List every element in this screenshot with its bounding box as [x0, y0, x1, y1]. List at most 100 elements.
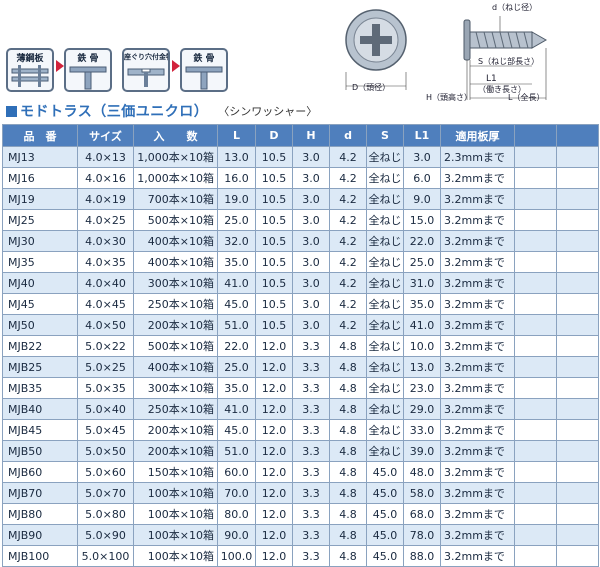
cell-col-thickness: 3.2mmまで: [440, 524, 515, 546]
cell-col-thickness: 3.2mmまで: [440, 335, 515, 357]
cell-col-size: 5.0×25: [77, 356, 134, 378]
cell-col-quantity: 200本×10箱: [133, 419, 218, 441]
cell-col-thickness: 3.2mmまで: [440, 272, 515, 294]
table-header: 品 番サイズ入 数 L D Hd S L1 適用板厚: [2, 124, 599, 147]
header-col-s: S: [366, 124, 404, 147]
cell-col-l: 45.0: [217, 419, 256, 441]
cell-col-thickness: 3.2mmまで: [440, 188, 515, 210]
cell-col-d-thread: 4.8: [329, 377, 367, 399]
cell-col-s: 45.0: [366, 461, 404, 483]
cell-col-quantity: 100本×10箱: [133, 503, 218, 525]
cell-col-size: 4.0×13: [77, 146, 134, 168]
cell-col-d-head: 10.5: [255, 251, 293, 273]
cell-col-h: 3.0: [292, 146, 330, 168]
cell-col-h: 3.3: [292, 377, 330, 399]
cell-col-quantity: 200本×10箱: [133, 440, 218, 462]
step-steel-frame: 鉄 骨: [64, 48, 112, 92]
cell-col-l1: 58.0: [403, 482, 441, 504]
cell-col-h: 3.0: [292, 230, 330, 252]
header-col-thickness: 適用板厚: [440, 124, 515, 147]
cell-col-product-code: MJB40: [2, 398, 78, 420]
table-row: MJB25 5.0×25 400本×10箱 25.0 12.0 3.3 4.8 全ねじ 13.0…: [2, 356, 599, 378]
cell-col-thickness: 3.2mmまで: [440, 482, 515, 504]
dim-label-thread-length: S（ねじ部長さ）: [478, 57, 540, 66]
cell-col-l: 16.0: [217, 167, 256, 189]
cell-col-quantity: 500本×10箱: [133, 209, 218, 231]
cell-empty: [514, 209, 557, 231]
header-col-extra-1: [514, 124, 557, 147]
cell-col-size: 5.0×100: [77, 545, 134, 567]
cell-empty: [514, 377, 557, 399]
cell-col-size: 5.0×60: [77, 461, 134, 483]
cell-col-s: 全ねじ: [366, 293, 404, 315]
cell-col-s: 45.0: [366, 482, 404, 504]
cell-col-s: 全ねじ: [366, 230, 404, 252]
cell-col-product-code: MJ40: [2, 272, 78, 294]
cell-empty: [514, 419, 557, 441]
cell-col-d-head: 10.5: [255, 230, 293, 252]
cell-col-d-head: 12.0: [255, 398, 293, 420]
cell-col-d-thread: 4.8: [329, 545, 367, 567]
cell-empty: [556, 335, 599, 357]
cell-col-l: 22.0: [217, 335, 256, 357]
cell-col-l: 90.0: [217, 524, 256, 546]
cell-col-h: 3.3: [292, 461, 330, 483]
cell-col-quantity: 1,000本×10箱: [133, 146, 218, 168]
arrow-right-icon: [172, 60, 180, 72]
header-col-quantity: 入 数: [133, 124, 218, 147]
cell-col-product-code: MJ30: [2, 230, 78, 252]
cell-col-quantity: 400本×10箱: [133, 230, 218, 252]
cell-col-quantity: 100本×10箱: [133, 545, 218, 567]
cell-col-d-thread: 4.2: [329, 230, 367, 252]
cell-col-s: 全ねじ: [366, 167, 404, 189]
cell-col-h: 3.3: [292, 398, 330, 420]
cell-empty: [556, 524, 599, 546]
cell-col-l1: 33.0: [403, 419, 441, 441]
table-row: MJ16 4.0×16 1,000本×10箱 16.0 10.5 3.0 4.2 全ねじ 6.0…: [2, 167, 599, 189]
cell-col-d-thread: 4.2: [329, 209, 367, 231]
cell-col-h: 3.3: [292, 356, 330, 378]
dim-label-head-height: H（頭高さ）: [426, 93, 473, 102]
cell-col-d-head: 12.0: [255, 545, 293, 567]
cell-col-s: 全ねじ: [366, 314, 404, 336]
cell-col-d-thread: 4.2: [329, 314, 367, 336]
cell-col-d-head: 12.0: [255, 482, 293, 504]
cell-col-d-head: 12.0: [255, 377, 293, 399]
cell-col-thickness: 3.2mmまで: [440, 503, 515, 525]
cell-col-thickness: 3.2mmまで: [440, 230, 515, 252]
cell-empty: [514, 398, 557, 420]
cell-col-l: 51.0: [217, 314, 256, 336]
cell-col-l1: 6.0: [403, 167, 441, 189]
cell-col-l: 35.0: [217, 251, 256, 273]
cell-empty: [514, 251, 557, 273]
cell-empty: [556, 482, 599, 504]
cell-col-quantity: 200本×10箱: [133, 314, 218, 336]
cell-col-l: 19.0: [217, 188, 256, 210]
cell-empty: [556, 398, 599, 420]
dim-label-head-diameter: D（頭径）: [352, 83, 391, 92]
table-row: MJB45 5.0×45 200本×10箱 45.0 12.0 3.3 4.8 全ねじ 33.0…: [2, 419, 599, 441]
cell-col-l1: 78.0: [403, 524, 441, 546]
cell-empty: [514, 293, 557, 315]
cell-empty: [556, 272, 599, 294]
steel-beam-icon: [185, 66, 223, 90]
cell-col-d-head: 10.5: [255, 188, 293, 210]
cell-col-l: 41.0: [217, 272, 256, 294]
cell-col-size: 5.0×80: [77, 503, 134, 525]
dim-label-total-length: L（全長）: [508, 93, 545, 102]
cell-col-quantity: 300本×10箱: [133, 377, 218, 399]
cell-col-size: 5.0×35: [77, 377, 134, 399]
cell-col-s: 45.0: [366, 524, 404, 546]
diagram-area: 薄鋼板 鉄 骨 座ぐり穴付金物 鉄 骨 D（頭径） d（ねじ径） S（ねじ部長さ…: [0, 0, 600, 108]
cell-col-d-head: 10.5: [255, 167, 293, 189]
cell-col-size: 4.0×50: [77, 314, 134, 336]
cell-col-thickness: 3.2mmまで: [440, 398, 515, 420]
table-row: MJ45 4.0×45 250本×10箱 45.0 10.5 3.0 4.2 全ねじ 35.0 3…: [2, 293, 599, 315]
table-row: MJ35 4.0×35 400本×10箱 35.0 10.5 3.0 4.2 全ねじ 25.0 3…: [2, 251, 599, 273]
cell-col-d-thread: 4.8: [329, 524, 367, 546]
table-row: MJB22 5.0×22 500本×10箱 22.0 12.0 3.3 4.8 全ねじ 10.0…: [2, 335, 599, 357]
cell-col-l1: 29.0: [403, 398, 441, 420]
cell-col-product-code: MJB90: [2, 524, 78, 546]
section-title-text: モドトラス（三価ユニクロ）: [20, 104, 209, 120]
cell-empty: [556, 461, 599, 483]
